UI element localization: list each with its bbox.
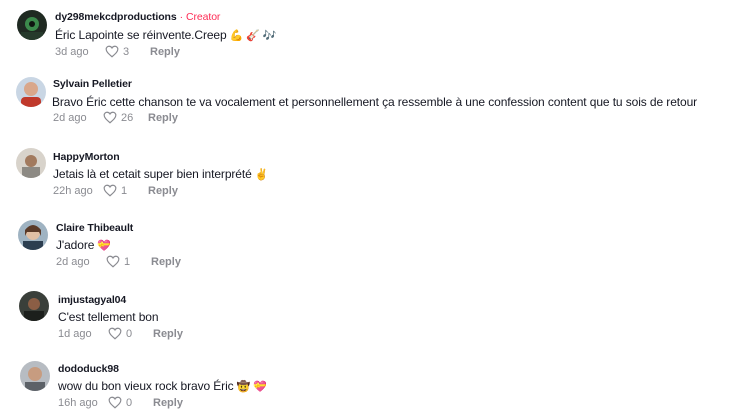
- avatar[interactable]: [18, 220, 48, 250]
- comment-time: 2d ago: [56, 255, 90, 268]
- like-count: 3: [123, 45, 130, 58]
- avatar[interactable]: [16, 77, 46, 107]
- like-button[interactable]: 3: [105, 45, 150, 58]
- heart-icon: [106, 255, 120, 268]
- reply-button[interactable]: Reply: [153, 328, 183, 340]
- like-button[interactable]: 1: [103, 184, 148, 197]
- comment-username[interactable]: imjustagyal04: [58, 294, 126, 306]
- heart-icon: [108, 396, 122, 409]
- comment-body: Jetais là et cetait super bien interprét…: [53, 167, 252, 181]
- reply-button[interactable]: Reply: [151, 256, 181, 268]
- creator-badge: Creator: [186, 11, 221, 23]
- like-button[interactable]: 0: [108, 327, 153, 340]
- avatar[interactable]: [20, 361, 50, 391]
- comment-body: J'adore: [56, 238, 95, 252]
- like-count: 0: [126, 396, 133, 409]
- comment-time: 1d ago: [58, 327, 92, 340]
- comment-text: Jetais là et cetait super bien interprét…: [53, 167, 268, 181]
- heart-icon: [103, 111, 117, 124]
- comment-meta: 3d ago 3 Reply: [55, 45, 180, 58]
- comment-emojis: ✌️: [254, 169, 269, 181]
- like-count: 0: [126, 327, 133, 340]
- comment-meta: 16h ago 0 Reply: [58, 396, 183, 409]
- username-text: dy298mekcdproductions: [55, 11, 177, 23]
- like-button[interactable]: 0: [108, 396, 153, 409]
- avatar[interactable]: [17, 10, 47, 40]
- comment-item: dy298mekcdproductions · Creator Éric Lapoi…: [0, 0, 742, 70]
- comment-item: Sylvain Pelletier Bravo Éric cette chans…: [0, 70, 742, 140]
- comment-text: wow du bon vieux rock bravo Éric 🤠 💝: [58, 379, 267, 393]
- comment-meta: 1d ago 0 Reply: [58, 327, 183, 340]
- comment-time: 2d ago: [53, 111, 87, 124]
- comment-meta: 2d ago 26 Reply: [53, 111, 178, 124]
- comment-time: 22h ago: [53, 184, 93, 197]
- username-text: dododuck98: [58, 363, 119, 375]
- comment-body: Éric Lapointe se réinvente.Creep: [55, 28, 227, 42]
- heart-icon: [105, 45, 119, 58]
- comment-emojis: 🤠 💝: [236, 381, 267, 393]
- username-text: Claire Thibeault: [56, 222, 134, 234]
- comment-username[interactable]: Claire Thibeault: [56, 222, 133, 234]
- like-button[interactable]: 1: [106, 255, 151, 268]
- comment-time: 16h ago: [58, 396, 98, 409]
- username-text: imjustagyal04: [58, 294, 127, 306]
- like-count: 1: [121, 184, 128, 197]
- comment-item: HappyMorton Jetais là et cetait super bi…: [0, 142, 742, 212]
- comment-text: J'adore 💝: [56, 238, 111, 252]
- heart-icon: [108, 327, 122, 340]
- comment-username[interactable]: Sylvain Pelletier: [53, 78, 132, 90]
- creator-separator: ·: [179, 11, 184, 23]
- comment-item: dododuck98 wow du bon vieux rock bravo É…: [0, 355, 742, 420]
- comment-body: wow du bon vieux rock bravo Éric: [58, 379, 234, 393]
- like-count: 1: [124, 255, 131, 268]
- username-text: HappyMorton: [53, 151, 120, 163]
- heart-icon: [103, 184, 117, 197]
- comment-item: Claire Thibeault J'adore 💝 2d ago 1 Reply: [0, 213, 742, 283]
- comment-meta: 2d ago 1 Reply: [56, 255, 181, 268]
- comment-body: Bravo Éric cette chanson te va vocalemen…: [52, 95, 698, 109]
- comment-item: imjustagyal04 C'est tellement bon 1d ago…: [0, 285, 742, 355]
- comment-username[interactable]: HappyMorton: [53, 151, 120, 163]
- comment-username[interactable]: dy298mekcdproductions · Creator: [55, 11, 220, 23]
- comment-text: C'est tellement bon: [58, 310, 159, 324]
- comment-body: C'est tellement bon: [58, 310, 159, 324]
- comment-text: Bravo Éric cette chanson te va vocalemen…: [52, 95, 697, 109]
- reply-button[interactable]: Reply: [148, 185, 178, 197]
- reply-button[interactable]: Reply: [153, 397, 183, 409]
- comment-meta: 22h ago 1 Reply: [53, 184, 178, 197]
- comment-time: 3d ago: [55, 45, 89, 58]
- reply-button[interactable]: Reply: [148, 112, 178, 124]
- username-text: Sylvain Pelletier: [53, 78, 132, 90]
- comment-emojis: 💝: [97, 240, 111, 252]
- reply-button[interactable]: Reply: [150, 46, 180, 58]
- avatar[interactable]: [16, 148, 46, 178]
- comment-username[interactable]: dododuck98: [58, 363, 119, 375]
- comment-emojis: 💪 🎸 🎶: [229, 30, 277, 42]
- comment-text: Éric Lapointe se réinvente.Creep 💪 🎸 🎶: [55, 28, 276, 42]
- avatar[interactable]: [19, 291, 49, 321]
- like-button[interactable]: 26: [103, 111, 148, 124]
- like-count: 26: [121, 111, 134, 124]
